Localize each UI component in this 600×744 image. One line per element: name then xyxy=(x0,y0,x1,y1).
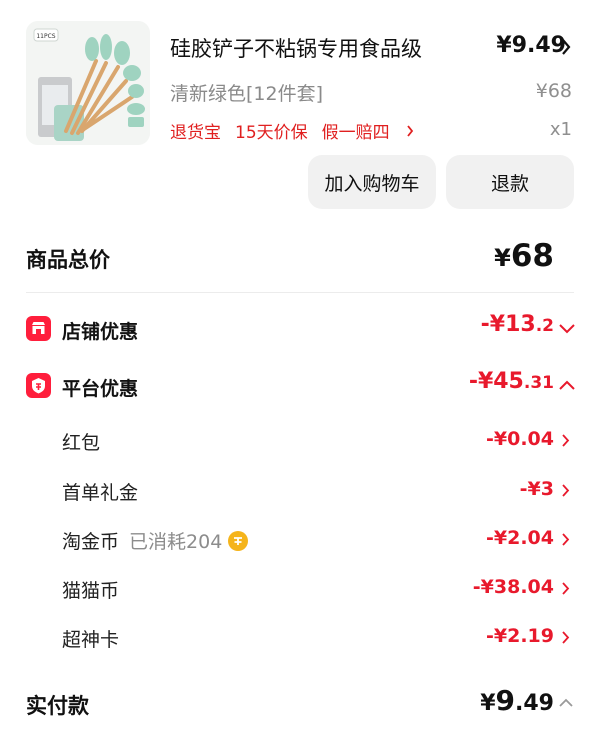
store-icon xyxy=(26,316,51,341)
order-item[interactable]: 11PCS 硅胶铲子不粘锅专用食品级 ¥9.49 清新绿色[12件套] ¥68 … xyxy=(0,0,600,160)
discount-item-red-packet[interactable]: 红包 -¥0.04 xyxy=(0,420,600,460)
discount-item-taojinbi[interactable]: 淘金币 已消耗204 -¥2.04 xyxy=(0,519,600,559)
store-discount-amount: -¥13 xyxy=(480,312,536,337)
discount-item-value: -¥0.04 xyxy=(486,428,554,450)
discount-item-label: 首单礼金 xyxy=(62,482,139,504)
chevron-right-icon xyxy=(406,124,413,137)
actual-payment-row[interactable]: 实付款 ¥9.49 xyxy=(0,680,600,730)
platform-discount-label: 平台优惠 xyxy=(62,378,139,400)
product-title[interactable]: 硅胶铲子不粘锅专用食品级 xyxy=(170,33,422,63)
actual-payment-decimal: .49 xyxy=(515,691,554,716)
discount-item-super-card[interactable]: 超神卡 -¥2.19 xyxy=(0,617,600,657)
discount-item-value: -¥3 xyxy=(519,478,554,500)
discount-item-label: 超神卡 xyxy=(62,629,120,651)
chevron-right-icon xyxy=(562,434,570,447)
discount-item-maomaobi[interactable]: 猫猫币 -¥38.04 xyxy=(0,568,600,608)
currency-symbol: ¥ xyxy=(480,691,496,716)
service-tag-fake-compensation: 假一赔四 xyxy=(321,123,390,143)
refund-button[interactable]: 退款 xyxy=(446,155,574,209)
store-discount-label: 店铺优惠 xyxy=(62,321,139,343)
product-thumbnail[interactable]: 11PCS xyxy=(26,21,150,145)
quantity: x1 xyxy=(549,119,572,140)
store-discount-value: -¥13.2 xyxy=(481,312,554,337)
goods-total-label: 商品总价 xyxy=(26,248,110,272)
store-discount-row[interactable]: 店铺优惠 -¥13.2 xyxy=(0,310,600,350)
chevron-down-icon[interactable] xyxy=(558,322,576,334)
platform-discount-row[interactable]: 平台优惠 -¥45.31 xyxy=(0,367,600,407)
service-tag-price-protect: 15天价保 xyxy=(235,123,308,143)
discount-item-value: -¥2.04 xyxy=(486,527,554,549)
store-discount-decimal: .2 xyxy=(535,316,554,336)
product-price: ¥9.49 xyxy=(496,33,566,58)
goods-total-row: 商品总价 ¥68 xyxy=(0,230,600,290)
goods-total-value: ¥68 xyxy=(494,238,554,274)
currency-symbol: ¥ xyxy=(494,244,511,272)
service-tag-return: 退货宝 xyxy=(170,123,221,143)
discount-item-value: -¥38.04 xyxy=(472,576,554,598)
product-spec: 清新绿色[12件套] xyxy=(170,83,324,105)
divider xyxy=(26,292,574,293)
chevron-right-icon xyxy=(562,631,570,644)
discount-item-label: 猫猫币 xyxy=(62,580,120,602)
actual-payment-label: 实付款 xyxy=(26,694,89,718)
coin-icon xyxy=(228,530,249,551)
add-to-cart-button[interactable]: 加入购物车 xyxy=(308,155,436,209)
chevron-right-icon xyxy=(562,484,570,497)
chevron-up-icon[interactable] xyxy=(558,698,574,708)
platform-discount-value: -¥45.31 xyxy=(469,369,554,394)
goods-total-amount: 68 xyxy=(510,238,554,274)
discount-item-label-wrap: 淘金币 已消耗204 xyxy=(62,527,249,554)
chevron-up-icon[interactable] xyxy=(558,379,576,391)
discount-item-label: 淘金币 xyxy=(62,531,120,553)
chevron-right-icon xyxy=(562,533,570,546)
actual-payment-amount: 9 xyxy=(495,684,516,717)
chevron-right-icon xyxy=(562,582,570,595)
discount-item-value: -¥2.19 xyxy=(486,625,554,647)
chevron-right-icon[interactable] xyxy=(560,37,572,57)
original-price: ¥68 xyxy=(535,80,572,102)
discount-item-label: 红包 xyxy=(62,432,101,454)
platform-discount-decimal: .31 xyxy=(523,373,554,393)
thumbnail-badge: 11PCS xyxy=(36,33,55,40)
service-tags[interactable]: 退货宝 15天价保 假一赔四 xyxy=(170,118,414,143)
discount-item-first-order[interactable]: 首单礼金 -¥3 xyxy=(0,470,600,510)
coins-used-note: 已消耗204 xyxy=(129,531,223,553)
platform-discount-amount: -¥45 xyxy=(468,369,524,394)
platform-icon xyxy=(26,373,51,398)
actual-payment-value: ¥9.49 xyxy=(480,684,554,717)
